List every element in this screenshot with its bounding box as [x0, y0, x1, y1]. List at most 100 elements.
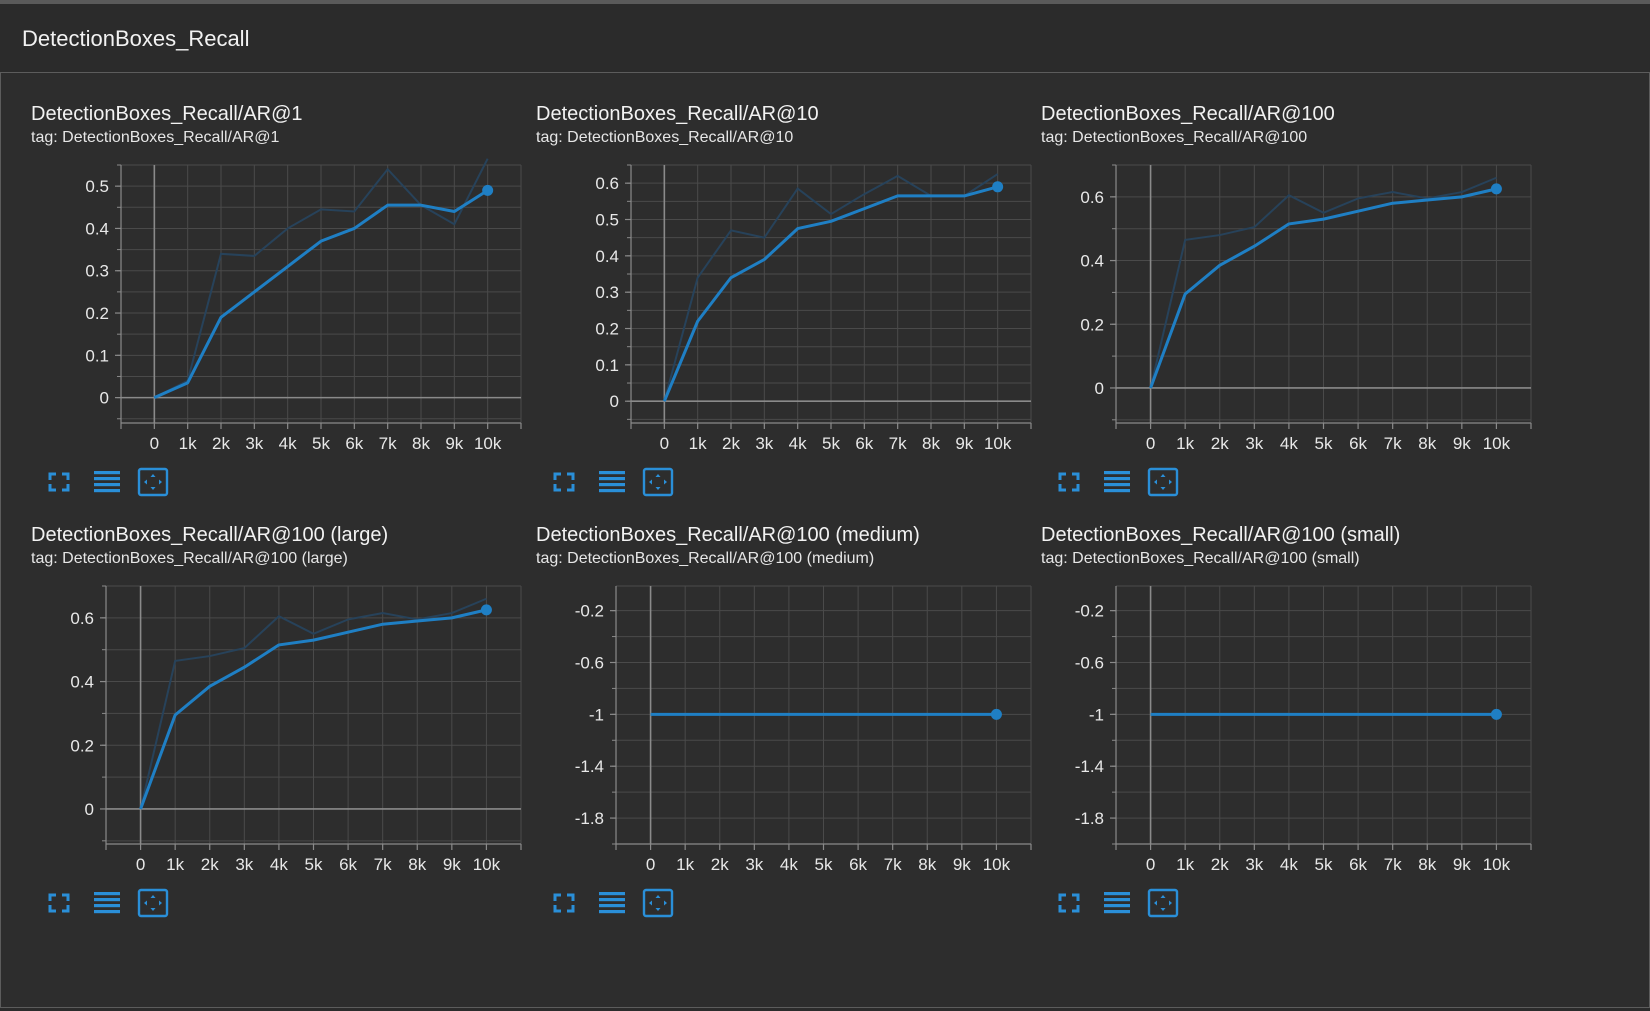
list-icon — [94, 471, 120, 493]
toggle-log-scale-button[interactable] — [90, 888, 122, 918]
x-tick-label: 2k — [201, 855, 219, 874]
x-tick-label: 8k — [918, 855, 936, 874]
list-icon — [1104, 471, 1130, 493]
y-tick-label: 0.2 — [70, 736, 94, 755]
fit-domain-icon — [642, 888, 674, 918]
x-tick-label: 1k — [1176, 434, 1194, 453]
chart-tag: tag: DetectionBoxes_Recall/AR@100 (mediu… — [536, 550, 875, 567]
x-tick-label: 2k — [1211, 434, 1229, 453]
fit-domain-button[interactable] — [642, 888, 674, 918]
expand-button[interactable] — [1053, 467, 1085, 497]
x-tick-label: 10k — [984, 434, 1012, 453]
x-tick-label: 10k — [1483, 434, 1511, 453]
list-icon — [1104, 892, 1130, 914]
last-point-marker[interactable] — [1490, 708, 1502, 720]
line-chart[interactable]: 0 0.2 0.4 0.6 0 1k 2k 3k 4k 5k 6k 7k 8k 9k 10k — [1041, 153, 1561, 473]
fit-domain-button[interactable] — [1147, 467, 1179, 497]
y-tick-label: -0.6 — [1075, 653, 1104, 672]
y-tick-label: -0.6 — [575, 653, 604, 672]
fit-domain-button[interactable] — [137, 888, 169, 918]
y-tick-label: 0.3 — [595, 283, 619, 302]
y-tick-label: 0.1 — [595, 356, 619, 375]
line-chart[interactable]: 0 0.1 0.2 0.3 0.4 0.5 0 1k 2k 3k 4k 5k 6k 7k 8k 9k 10k — [31, 153, 551, 473]
expand-icon — [553, 472, 575, 492]
chart-tag: tag: DetectionBoxes_Recall/AR@1 — [31, 129, 280, 146]
x-tick-label: 8k — [408, 855, 426, 874]
x-tick-label: 0 — [136, 855, 145, 874]
y-tick-label: 0 — [610, 392, 619, 411]
fit-domain-button[interactable] — [137, 467, 169, 497]
x-tick-label: 1k — [1176, 855, 1194, 874]
y-tick-label: 0.2 — [1080, 315, 1104, 334]
expand-button[interactable] — [548, 467, 580, 497]
y-tick-label: 0.4 — [595, 247, 619, 266]
x-tick-label: 2k — [212, 434, 230, 453]
expand-icon — [1058, 893, 1080, 913]
x-tick-label: 0 — [1146, 855, 1155, 874]
expand-button[interactable] — [548, 888, 580, 918]
chart-card: DetectionBoxes_Recall/AR@100 tag: Detecti… — [1041, 73, 1561, 497]
x-tick-label: 9k — [443, 855, 461, 874]
x-tick-label: 10k — [1483, 855, 1511, 874]
chart-card: DetectionBoxes_Recall/AR@1 tag: Detection… — [31, 73, 551, 497]
expand-button[interactable] — [43, 888, 75, 918]
toggle-log-scale-button[interactable] — [595, 467, 627, 497]
x-tick-label: 5k — [815, 855, 833, 874]
y-tick-label: 0.4 — [70, 673, 94, 692]
chart-title: DetectionBoxes_Recall/AR@1 — [31, 103, 303, 125]
y-tick-label: 0.4 — [85, 219, 109, 238]
section-header[interactable]: DetectionBoxes_Recall — [0, 4, 1650, 72]
x-tick-label: 6k — [339, 855, 357, 874]
chart-title: DetectionBoxes_Recall/AR@10 — [536, 103, 819, 125]
expand-button[interactable] — [43, 467, 75, 497]
fit-domain-icon — [137, 888, 169, 918]
x-tick-label: 1k — [676, 855, 694, 874]
last-point-marker[interactable] — [1490, 183, 1502, 195]
x-tick-label: 8k — [1418, 855, 1436, 874]
x-tick-label: 0 — [660, 434, 669, 453]
y-tick-label: 0.6 — [70, 609, 94, 628]
x-tick-label: 8k — [412, 434, 430, 453]
toggle-log-scale-button[interactable] — [90, 467, 122, 497]
x-tick-label: 1k — [689, 434, 707, 453]
chart-title: DetectionBoxes_Recall/AR@100 — [1041, 103, 1335, 125]
x-tick-label: 8k — [922, 434, 940, 453]
expand-button[interactable] — [1053, 888, 1085, 918]
x-tick-label: 3k — [745, 855, 763, 874]
toggle-log-scale-button[interactable] — [1100, 888, 1132, 918]
y-tick-label: 0.6 — [595, 174, 619, 193]
x-tick-label: 2k — [1211, 855, 1229, 874]
chart-card: DetectionBoxes_Recall/AR@100 (small) tag:… — [1041, 494, 1561, 918]
x-tick-label: 0 — [150, 434, 159, 453]
x-tick-label: 4k — [780, 855, 798, 874]
last-point-marker[interactable] — [992, 181, 1004, 193]
y-tick-label: -1 — [1089, 705, 1104, 724]
x-tick-label: 2k — [711, 855, 729, 874]
x-tick-label: 10k — [474, 434, 502, 453]
y-tick-label: 0.5 — [595, 211, 619, 230]
x-tick-label: 3k — [755, 434, 773, 453]
last-point-marker[interactable] — [990, 708, 1002, 720]
last-point-marker[interactable] — [482, 184, 494, 196]
x-tick-label: 0 — [1146, 434, 1155, 453]
line-chart[interactable]: -0.2 -0.6 -1 -1.4 -1.8 0 1k 2k 3k 4k 5k 6k 7k 8k 9k 10k — [1041, 574, 1561, 894]
toggle-log-scale-button[interactable] — [595, 888, 627, 918]
line-chart[interactable]: 0 0.2 0.4 0.6 0 1k 2k 3k 4k 5k 6k 7k 8k 9k 10k — [31, 574, 551, 894]
y-tick-label: -0.2 — [1075, 602, 1104, 621]
fit-domain-button[interactable] — [1147, 888, 1179, 918]
x-tick-label: 0 — [646, 855, 655, 874]
line-chart[interactable]: -0.2 -0.6 -1 -1.4 -1.8 0 1k 2k 3k 4k 5k 6k 7k 8k 9k 10k — [536, 574, 1056, 894]
line-chart[interactable]: 0 0.1 0.2 0.3 0.4 0.5 0.6 0 1k 2k 3k 4k 5k 6k 7k 8k 9k 10… — [536, 153, 1056, 473]
y-tick-label: 0 — [85, 800, 94, 819]
y-tick-label: 0.5 — [85, 177, 109, 196]
x-tick-label: 9k — [445, 434, 463, 453]
y-tick-label: 0.2 — [85, 304, 109, 323]
fit-domain-button[interactable] — [642, 467, 674, 497]
y-tick-label: 0.4 — [1080, 252, 1104, 271]
toggle-log-scale-button[interactable] — [1100, 467, 1132, 497]
last-point-marker[interactable] — [480, 604, 492, 616]
x-tick-label: 6k — [855, 434, 873, 453]
y-tick-label: 0 — [1095, 379, 1104, 398]
x-tick-label: 10k — [473, 855, 501, 874]
chart-tag: tag: DetectionBoxes_Recall/AR@10 — [536, 129, 794, 146]
